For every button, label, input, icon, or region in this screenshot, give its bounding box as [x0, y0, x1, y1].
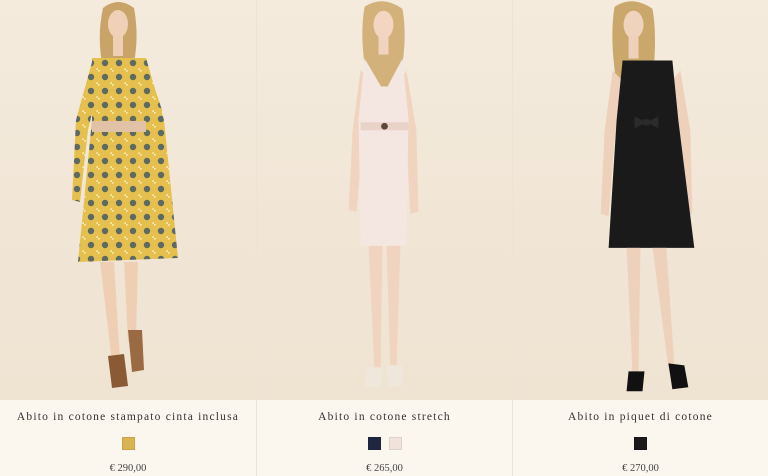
product-card[interactable]: Abito in cotone stampato cinta inclusa €… [0, 0, 256, 476]
color-swatch-yellow[interactable] [121, 437, 135, 450]
product-name[interactable]: Abito in cotone stampato cinta inclusa [0, 411, 256, 423]
product-image[interactable] [0, 0, 256, 400]
product-price: € 290,00 [109, 463, 147, 474]
color-swatches [0, 437, 256, 450]
color-swatch-pink[interactable] [388, 437, 402, 450]
product-card[interactable]: Abito in cotone stretch € 265,00 [256, 0, 512, 476]
product-grid: Abito in cotone stampato cinta inclusa €… [0, 0, 768, 476]
color-swatch-navy[interactable] [367, 437, 381, 450]
color-swatches [513, 437, 768, 450]
product-name[interactable]: Abito in piquet di cotone [513, 411, 768, 423]
product-name[interactable]: Abito in cotone stretch [257, 411, 512, 423]
product-price: € 265,00 [366, 463, 403, 474]
product-price: € 270,00 [622, 463, 659, 474]
product-card[interactable]: Abito in piquet di cotone € 270,00 [512, 0, 768, 476]
color-swatch-black[interactable] [634, 437, 647, 450]
color-swatches [257, 437, 512, 450]
product-image[interactable] [513, 0, 768, 400]
product-image[interactable] [257, 0, 512, 400]
